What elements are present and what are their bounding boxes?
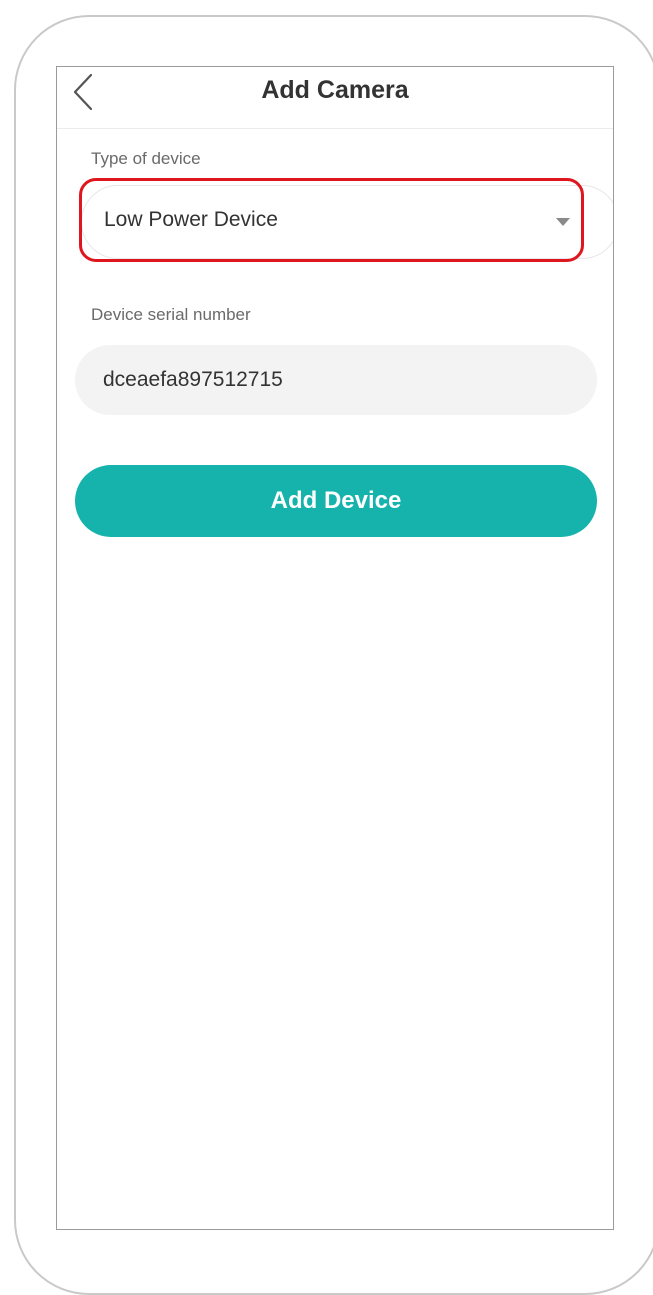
caret-down-icon [556,218,570,226]
app-screen: Add Camera Type of device Low Power Devi… [56,66,614,1230]
device-type-value: Low Power Device [104,208,278,231]
page-title: Add Camera [261,76,409,104]
serial-number-input[interactable] [75,345,597,415]
device-type-label: Type of device [91,149,201,168]
serial-number-label: Device serial number [91,305,251,324]
top-bar: Add Camera [57,67,613,129]
add-device-button[interactable]: Add Device [75,465,597,537]
device-type-dropdown[interactable]: Low Power Device [81,185,613,259]
